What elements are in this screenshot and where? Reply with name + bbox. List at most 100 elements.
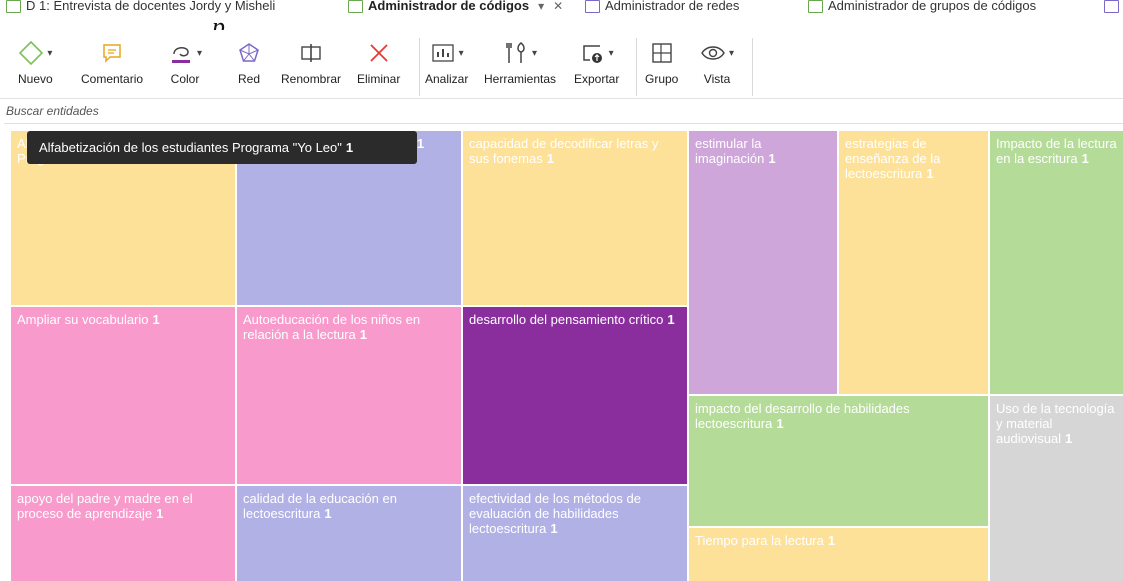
code-tile[interactable]: estrategias de enseñanza de la lectoescr… xyxy=(839,131,988,394)
toolbar-divider xyxy=(419,38,420,96)
tab-label: D 1: Entrevista de docentes Jordy y Mish… xyxy=(26,0,276,13)
tools-button[interactable]: ▾ Herramientas xyxy=(484,38,556,86)
tab-menu-icon[interactable]: ▾ xyxy=(538,0,544,17)
code-label: desarrollo del pensamiento crítico xyxy=(469,312,664,327)
tooltip-count: 1 xyxy=(345,140,354,155)
code-tile[interactable]: desarrollo del pensamiento crítico 1 xyxy=(463,307,687,484)
code-count: 1 xyxy=(324,506,332,521)
rename-label: Renombrar xyxy=(281,72,342,86)
code-count: 1 xyxy=(156,506,164,521)
group-icon xyxy=(651,43,672,63)
code-count: 1 xyxy=(1065,431,1073,446)
dropdown-arrow-icon: ▾ xyxy=(532,47,538,59)
tab-code-manager[interactable]: Administrador de códigos ▾ ✕ xyxy=(348,0,563,17)
dropdown-arrow-icon: ▾ xyxy=(729,47,735,59)
close-icon[interactable]: ✕ xyxy=(553,0,563,17)
search-input[interactable] xyxy=(4,101,1123,121)
code-tile[interactable]: calidad de la educación en lectoescritur… xyxy=(237,486,461,581)
code-tile[interactable]: efectividad de los métodos de evaluación… xyxy=(463,486,687,581)
code-tile[interactable]: impacto del desarrollo de habilidades le… xyxy=(689,396,988,526)
color-label: Color xyxy=(170,72,200,86)
analyze-button[interactable]: ▾ Analizar xyxy=(425,38,468,86)
group-label: Grupo xyxy=(645,72,679,86)
ribbon-toolbar: ▾ Nuevo Comentario ▾ Color Red Renombrar… xyxy=(0,30,1123,99)
delete-label: Eliminar xyxy=(357,72,401,86)
code-label: capacidad de decodificar letras y sus fo… xyxy=(469,136,659,166)
dropdown-arrow-icon: ▾ xyxy=(47,47,53,59)
rename-icon xyxy=(301,44,321,62)
code-label: Autoeducación de los niños en relación a… xyxy=(243,312,421,342)
view-label: Vista xyxy=(703,72,731,86)
code-count: 1 xyxy=(1081,151,1089,166)
code-count: 1 xyxy=(926,166,934,181)
document-icon xyxy=(6,0,21,13)
code-tile[interactable]: Impacto de la lectura en la escritura 1 xyxy=(990,131,1123,394)
code-label: Ampliar su vocabulario xyxy=(17,312,149,327)
code-tile[interactable]: Ampliar su vocabulario 1 xyxy=(11,307,235,484)
code-count: 1 xyxy=(359,327,367,342)
search-bar xyxy=(4,101,1123,124)
tab-overflow[interactable] xyxy=(1104,0,1119,17)
eye-icon xyxy=(701,46,725,60)
network-icon xyxy=(239,43,259,62)
code-count: 1 xyxy=(550,521,558,536)
tab-label: Administrador de códigos xyxy=(368,0,530,13)
code-label: Impacto de la lectura en la escritura xyxy=(996,136,1117,166)
tab-label: Administrador de redes xyxy=(605,0,740,13)
link-icon xyxy=(1104,0,1119,13)
code-label: calidad de la educación en lectoescritur… xyxy=(243,491,397,521)
code-label: Uso de la tecnología y material audiovis… xyxy=(996,401,1115,446)
code-tile[interactable]: apoyo del padre y madre en el proceso de… xyxy=(11,486,235,581)
code-count: 1 xyxy=(768,151,776,166)
comment-label: Comentario xyxy=(81,72,144,86)
code-count: 1 xyxy=(546,151,554,166)
export-button[interactable]: ▾ Exportar xyxy=(574,38,619,86)
code-manager-icon xyxy=(348,0,363,13)
comment-icon xyxy=(103,44,121,63)
code-tile[interactable]: Uso de la tecnología y material audiovis… xyxy=(990,396,1123,581)
code-count: 1 xyxy=(152,312,160,327)
export-label: Exportar xyxy=(574,72,620,86)
export-icon xyxy=(582,45,602,63)
tab-network-manager[interactable]: Administrador de redes xyxy=(585,0,739,17)
tools-icon xyxy=(506,42,525,63)
tab-label: Administrador de grupos de códigos xyxy=(828,0,1037,13)
dropdown-arrow-icon: ▾ xyxy=(458,47,464,59)
code-count: 1 xyxy=(416,136,425,151)
network-icon xyxy=(585,0,600,13)
rename-button[interactable]: Renombrar xyxy=(281,38,341,86)
toolbar-divider xyxy=(752,38,753,96)
code-group-icon xyxy=(808,0,823,13)
code-tile[interactable]: estimular la imaginación 1 xyxy=(689,131,837,394)
delete-button[interactable]: Eliminar xyxy=(357,38,400,86)
network-label: Red xyxy=(237,72,260,86)
tools-label: Herramientas xyxy=(484,72,557,86)
toolbar-divider xyxy=(636,38,637,96)
delete-icon xyxy=(370,44,388,62)
view-button[interactable]: ▾ Vista xyxy=(700,38,734,86)
code-label: impacto del desarrollo de habilidades le… xyxy=(695,401,910,431)
code-count: 1 xyxy=(667,312,675,327)
code-tile[interactable]: capacidad de decodificar letras y sus fo… xyxy=(463,131,687,305)
new-button[interactable]: ▾ Nuevo xyxy=(18,38,53,86)
tab-code-group-manager[interactable]: Administrador de grupos de códigos xyxy=(808,0,1036,17)
code-label: estimular la imaginación xyxy=(695,136,765,166)
code-tile[interactable]: Autoeducación de los niños en relación a… xyxy=(237,307,461,484)
analyze-label: Analizar xyxy=(425,72,469,86)
color-button[interactable]: ▾ Color xyxy=(168,38,202,86)
comment-button[interactable]: Comentario xyxy=(81,38,143,86)
code-label: Tiempo para la lectura xyxy=(695,533,824,548)
dropdown-arrow-icon: ▾ xyxy=(197,47,203,59)
tab-document-interview[interactable]: D 1: Entrevista de docentes Jordy y Mish… xyxy=(6,0,275,17)
network-button[interactable]: Red xyxy=(237,38,261,86)
code-tile[interactable]: Tiempo para la lectura 1 xyxy=(689,528,988,581)
color-icon xyxy=(172,47,190,63)
code-label: apoyo del padre y madre en el proceso de… xyxy=(17,491,193,521)
new-code-icon xyxy=(19,40,44,66)
group-button[interactable]: Grupo xyxy=(645,38,678,86)
document-tab-strip: D 1: Entrevista de docentes Jordy y Mish… xyxy=(0,0,1123,30)
dropdown-arrow-icon: ▾ xyxy=(608,47,614,59)
code-count: 1 xyxy=(776,416,784,431)
analyze-icon xyxy=(432,44,454,62)
new-label: Nuevo xyxy=(18,72,53,86)
